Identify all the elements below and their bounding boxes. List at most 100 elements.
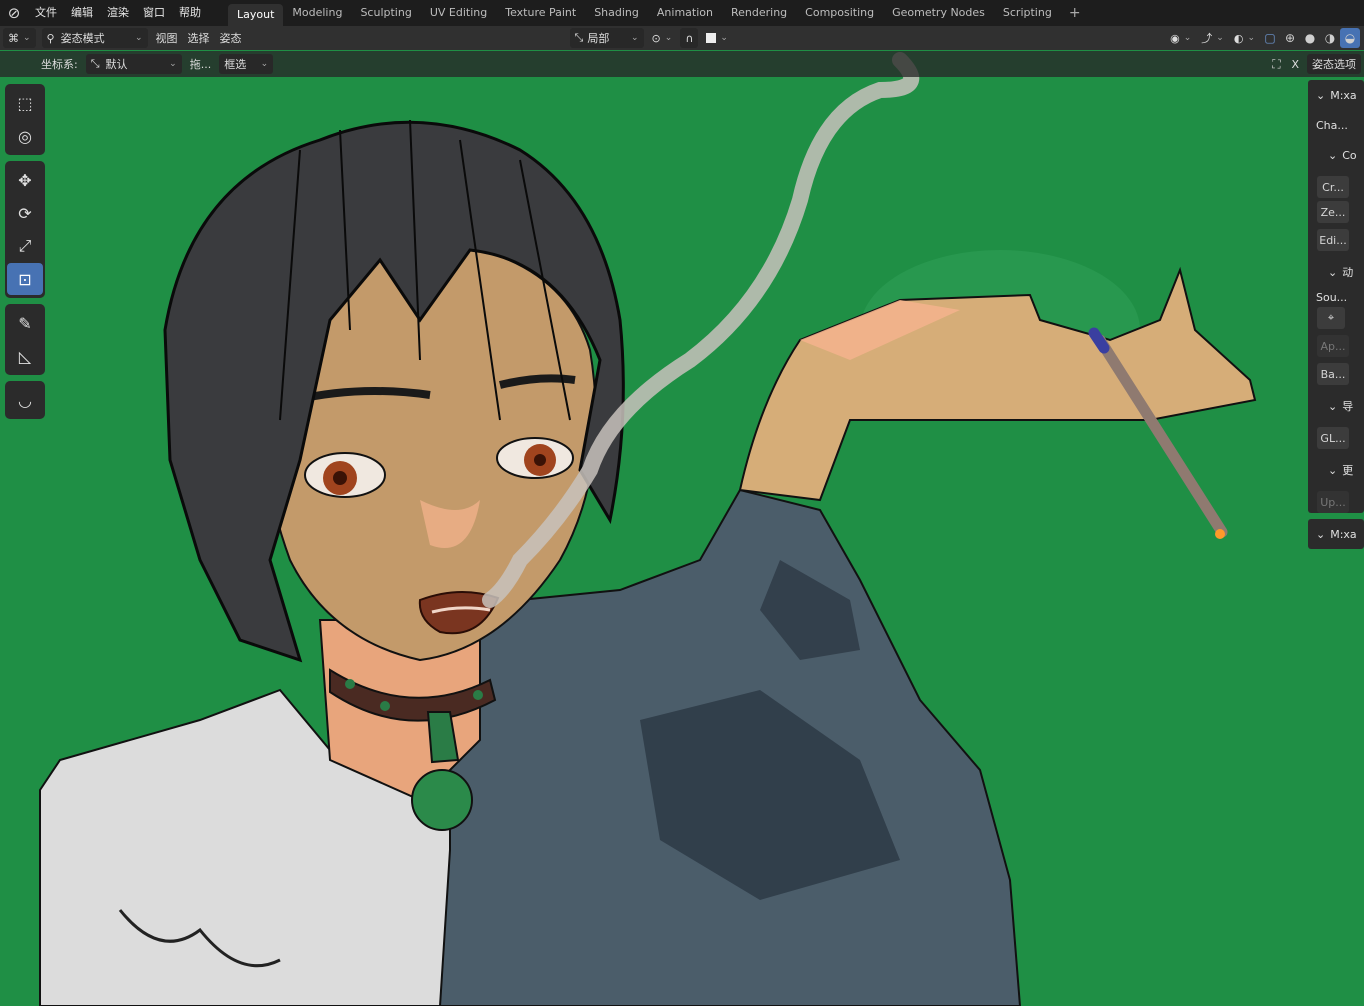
shading-rendered[interactable]: ◒ <box>1340 28 1360 48</box>
panel-footer-mxa[interactable]: ⌄ M:xa <box>1308 519 1364 549</box>
editor-type-dropdown[interactable]: ⌘ ⌄ <box>3 28 36 48</box>
workspace-tab[interactable]: UV Editing <box>421 0 496 26</box>
shading-material[interactable]: ◑ <box>1320 28 1340 48</box>
select-box-tool[interactable]: ⬚ <box>7 87 43 119</box>
overlays-dropdown[interactable]: ◐ ⌄ <box>1229 28 1260 48</box>
workspace-tab[interactable]: Layout <box>228 4 284 26</box>
workspace-tab[interactable]: Scripting <box>994 0 1061 26</box>
eyedropper-button[interactable]: ⌖ <box>1317 307 1345 329</box>
cursor-icon: ◎ <box>18 126 32 146</box>
cr-button[interactable]: Cr... <box>1317 176 1349 198</box>
subpanel-dao[interactable]: ⌄ 导 <box>1308 391 1364 421</box>
measure-tool[interactable]: ◺ <box>7 340 43 372</box>
menu-select[interactable]: 选择 <box>183 28 215 48</box>
xray-icon: ▢ <box>1264 31 1276 45</box>
workspace-tab[interactable]: Sculpting <box>351 0 420 26</box>
transform-icon: ⊡ <box>18 269 32 289</box>
workspace-tab[interactable]: Modeling <box>283 0 351 26</box>
menu-item[interactable]: 编辑 <box>64 0 100 26</box>
chevron-down-icon: ⌄ <box>1328 463 1338 477</box>
top-menu-bar: ⊘ 文件 编辑 渲染 窗口 帮助 Layout Modeling Sculpting UV E… <box>0 0 1364 26</box>
3d-viewport[interactable] <box>0 0 1364 1006</box>
subpanel-co[interactable]: ⌄ Co <box>1308 140 1364 170</box>
mirror-x-toggle[interactable]: X <box>1286 54 1304 74</box>
ap-button[interactable]: Ap... <box>1317 335 1349 357</box>
up-button[interactable]: Up... <box>1317 491 1349 513</box>
subpanel-label: Co <box>1342 148 1357 162</box>
panel-header-mxa[interactable]: ⌄ M:xa <box>1308 80 1364 110</box>
coord-system-dropdown[interactable]: ⤡ 默认 ⌄ <box>85 54 182 74</box>
shading-wireframe[interactable]: ⊕ <box>1280 28 1300 48</box>
subpanel-geng[interactable]: ⌄ 更 <box>1308 455 1364 485</box>
chevron-down-icon: ⌄ <box>1316 527 1326 541</box>
snap-toggle[interactable]: ∩ <box>680 28 699 48</box>
rendered-icon: ◒ <box>1344 31 1356 45</box>
chevron-down-icon: ⌄ <box>1316 88 1326 102</box>
visibility-dropdown[interactable]: ◉ ⌄ <box>1165 28 1196 48</box>
cha-label: Cha... <box>1316 118 1348 132</box>
wireframe-icon: ⊕ <box>1284 31 1296 45</box>
subpanel-label: 导 <box>1342 400 1354 413</box>
xray-toggle[interactable]: ▢ <box>1260 28 1280 48</box>
scale-tool[interactable]: ⤢ <box>7 230 43 262</box>
chevron-down-icon: ⌄ <box>1328 265 1338 279</box>
mode-label: 姿态模式 <box>60 32 105 45</box>
relax-pose-icon: ◡ <box>18 390 32 410</box>
tool-group-transform: ✥ ⟳ ⤢ ⊡ <box>5 161 45 298</box>
workspace-tab[interactable]: Compositing <box>796 0 883 26</box>
coord-icon: ⤡ <box>90 57 100 70</box>
move-tool[interactable]: ✥ <box>7 164 43 196</box>
ba-button[interactable]: Ba... <box>1317 363 1349 385</box>
workspace-tab[interactable]: Geometry Nodes <box>883 0 994 26</box>
drag-mode-dropdown[interactable]: 框选 ⌄ <box>219 54 274 74</box>
gl-button[interactable]: GL... <box>1317 427 1349 449</box>
workspace-tabs: Layout Modeling Sculpting UV Editing Texture… <box>228 0 1061 26</box>
tool-group-select: ⬚ ◎ <box>5 84 45 155</box>
gizmo-dropdown[interactable]: ⤴ ⌄ <box>1196 28 1229 48</box>
mirror-icon[interactable]: ⛶ <box>1266 54 1286 74</box>
transform-tool[interactable]: ⊡ <box>7 263 43 295</box>
menu-item[interactable]: 文件 <box>28 0 64 26</box>
menu-item[interactable]: 窗口 <box>136 0 172 26</box>
menu-view[interactable]: 视图 <box>151 28 183 48</box>
editor-type-icon: ⌘ <box>8 31 19 45</box>
edi-button[interactable]: Edi... <box>1317 229 1349 251</box>
add-workspace-icon[interactable]: + <box>1061 5 1089 21</box>
annotate-tool[interactable]: ✎ <box>7 307 43 339</box>
subpanel-dong[interactable]: ⌄ 动 <box>1308 257 1364 287</box>
workspace-tab[interactable]: Texture Paint <box>496 0 585 26</box>
drag-label: 拖... <box>189 58 212 71</box>
cursor-tool[interactable]: ◎ <box>7 120 43 152</box>
panel-header-label: M:xa <box>1330 88 1357 102</box>
pose-options-dropdown[interactable]: 姿态选项 <box>1307 54 1361 74</box>
subpanel-label: 更 <box>1342 464 1354 477</box>
pivot-icon: ⊙ <box>651 31 661 45</box>
sou-label: Sou... <box>1316 290 1348 304</box>
workspace-tab[interactable]: Rendering <box>722 0 796 26</box>
menu-item[interactable]: 帮助 <box>172 0 208 26</box>
left-toolbar: ⬚ ◎ ✥ ⟳ ⤢ ⊡ ✎ ◺ ◡ <box>5 84 45 425</box>
annotate-icon: ✎ <box>18 313 32 333</box>
blender-logo-icon[interactable]: ⊘ <box>0 0 28 26</box>
solid-icon: ● <box>1304 31 1316 45</box>
ze-button[interactable]: Ze... <box>1317 201 1349 223</box>
snap-icon: ∩ <box>685 31 694 45</box>
tool-group-annotate: ✎ ◺ <box>5 304 45 375</box>
material-icon: ◑ <box>1324 31 1336 45</box>
mode-dropdown[interactable]: ⚲ 姿态模式 ⌄ <box>41 28 148 48</box>
pivot-point-dropdown[interactable]: ⊙ ⌄ <box>647 28 678 48</box>
measure-icon: ◺ <box>18 346 32 366</box>
sidebar-npanel: ⌄ M:xa Cha... ⌄ Co Cr... Ze... Edi... ⌄ … <box>1308 80 1364 552</box>
rotate-tool[interactable]: ⟳ <box>7 197 43 229</box>
workspace-tab[interactable]: Shading <box>585 0 648 26</box>
move-icon: ✥ <box>18 170 32 190</box>
menu-pose[interactable]: 姿态 <box>215 28 247 48</box>
workspace-tab[interactable]: Animation <box>648 0 722 26</box>
relax-pose-tool[interactable]: ◡ <box>7 384 43 416</box>
eye-icon: ◉ <box>1170 31 1180 45</box>
shading-solid[interactable]: ● <box>1300 28 1320 48</box>
transform-orientation-dropdown[interactable]: ⤡ 局部 ⌄ <box>569 28 644 48</box>
snap-target-dropdown[interactable]: ⌄ <box>701 28 733 48</box>
menu-item[interactable]: 渲染 <box>100 0 136 26</box>
pose-mode-icon: ⚲ <box>46 31 55 45</box>
